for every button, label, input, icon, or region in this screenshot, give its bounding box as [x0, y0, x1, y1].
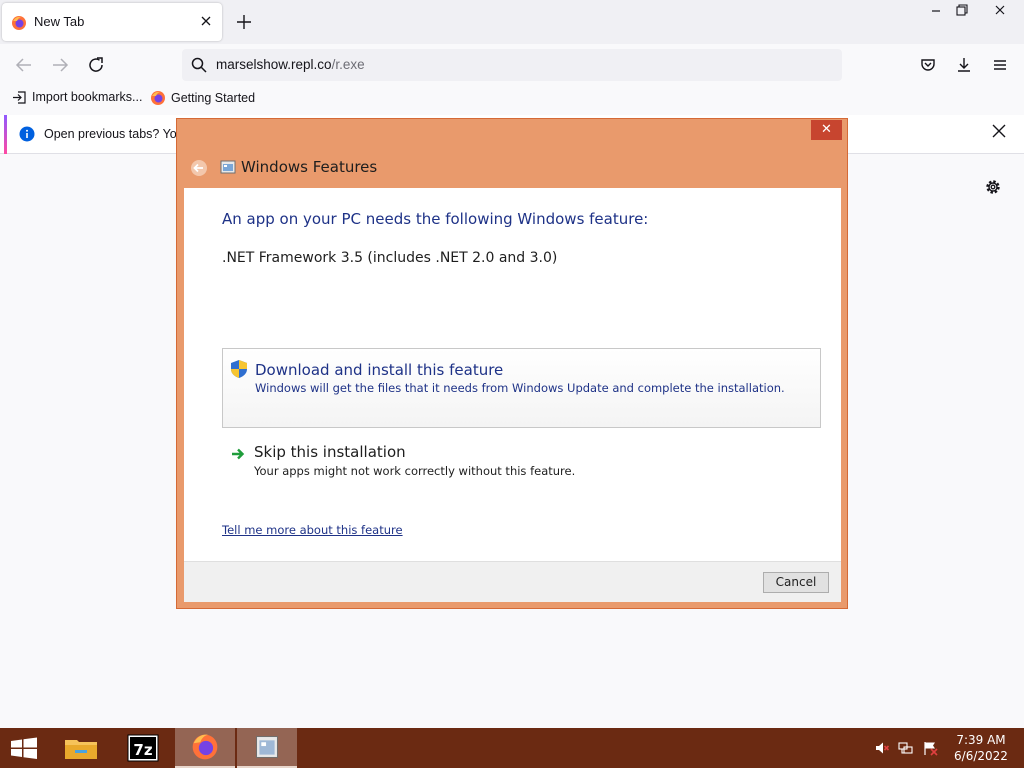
- file-explorer-icon[interactable]: [51, 728, 111, 768]
- system-clock[interactable]: 7:39 AM 6/6/2022: [948, 732, 1014, 764]
- firefox-taskbar-icon[interactable]: [175, 728, 235, 768]
- close-icon[interactable]: [198, 13, 214, 29]
- taskbar: 7z 7:39 AM 6/6/2022: [0, 728, 1024, 768]
- action-center-flag-icon[interactable]: [922, 740, 938, 756]
- dialog-footer: Cancel: [184, 561, 841, 602]
- window-close-button[interactable]: [976, 0, 1024, 22]
- clock-date: 6/6/2022: [954, 749, 1008, 763]
- windows-features-dialog: ✕ Windows Features An app on your PC nee…: [176, 118, 848, 609]
- tab-title: New Tab: [34, 14, 85, 29]
- cancel-button[interactable]: Cancel: [763, 572, 829, 593]
- dialog-close-button[interactable]: ✕: [811, 120, 842, 140]
- back-arrow-icon: [191, 160, 207, 176]
- 7zip-icon[interactable]: 7z: [113, 728, 173, 768]
- dialog-title: Windows Features: [241, 158, 378, 176]
- pocket-icon[interactable]: [916, 53, 940, 77]
- download-install-option[interactable]: Download and install this feature Window…: [222, 348, 821, 428]
- firefox-icon: [12, 16, 26, 30]
- windows-features-taskbar-icon[interactable]: [237, 728, 297, 768]
- reload-icon[interactable]: [84, 53, 108, 77]
- network-icon[interactable]: [898, 740, 914, 756]
- green-arrow-icon: [232, 448, 245, 460]
- url-bar[interactable]: marselshow.repl.co/r.exe: [182, 49, 842, 81]
- search-icon: [191, 57, 207, 73]
- tab-new-tab[interactable]: New Tab: [2, 3, 222, 41]
- downloads-icon[interactable]: [952, 53, 976, 77]
- tell-me-more-link[interactable]: Tell me more about this feature: [222, 523, 403, 537]
- dialog-body: An app on your PC needs the following Wi…: [184, 188, 841, 561]
- tab-bar: New Tab: [0, 0, 1024, 44]
- uac-shield-icon: [231, 360, 247, 378]
- url-host: marselshow.repl.co: [216, 57, 332, 72]
- bookmark-getting-started[interactable]: Getting Started: [150, 90, 255, 108]
- windows-start-icon[interactable]: [0, 728, 48, 768]
- gear-icon[interactable]: [984, 178, 1002, 196]
- back-icon[interactable]: [12, 53, 36, 77]
- notification-accent: [4, 115, 7, 154]
- skip-option-title: Skip this installation: [254, 443, 406, 461]
- download-option-title: Download and install this feature: [255, 361, 504, 379]
- menu-icon[interactable]: [988, 53, 1012, 77]
- bookmark-label: Import bookmarks...: [32, 90, 143, 104]
- dialog-heading: An app on your PC needs the following Wi…: [222, 210, 649, 228]
- volume-muted-icon[interactable]: [874, 740, 890, 756]
- svg-text:7z: 7z: [133, 741, 152, 759]
- skip-installation-option[interactable]: Skip this installation Your apps might n…: [222, 440, 821, 480]
- close-icon[interactable]: [990, 122, 1008, 140]
- info-icon: [19, 126, 35, 142]
- restore-button[interactable]: [946, 0, 978, 22]
- new-tab-button[interactable]: [234, 12, 254, 32]
- clock-time: 7:39 AM: [956, 733, 1006, 747]
- feature-name: .NET Framework 3.5 (includes .NET 2.0 an…: [222, 250, 558, 266]
- skip-option-description: Your apps might not work correctly witho…: [254, 464, 576, 478]
- bookmarks-toolbar: Import bookmarks... Getting Started: [0, 86, 1024, 112]
- windows-features-icon: [220, 160, 236, 174]
- bookmark-label: Getting Started: [171, 91, 256, 105]
- firefox-icon: [151, 91, 165, 105]
- url-text: marselshow.repl.co/r.exe: [216, 57, 365, 72]
- url-path: /r.exe: [331, 57, 365, 72]
- import-icon: [13, 91, 26, 104]
- navigation-toolbar: marselshow.repl.co/r.exe: [0, 44, 1024, 86]
- download-option-description: Windows will get the files that it needs…: [255, 381, 785, 395]
- forward-icon[interactable]: [48, 53, 72, 77]
- notification-text: Open previous tabs? You: [44, 127, 184, 141]
- bookmark-import[interactable]: Import bookmarks...: [12, 90, 142, 108]
